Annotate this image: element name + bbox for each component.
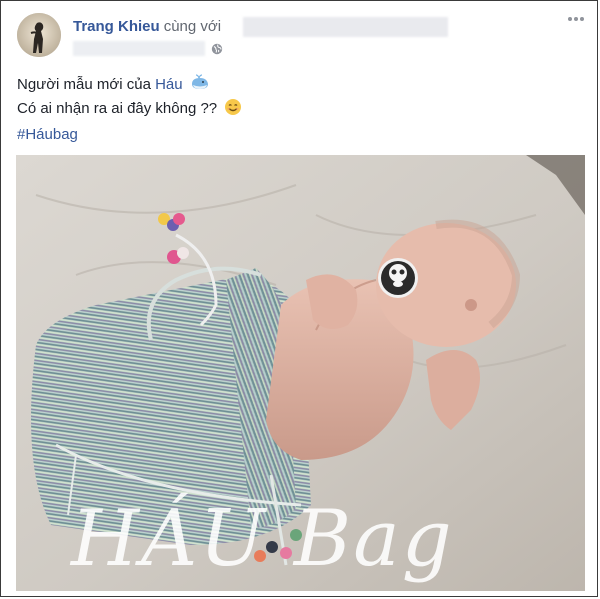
more-options-icon[interactable] [567,15,585,23]
author-name[interactable]: Trang Khieu [73,18,160,35]
smiling-face-icon [225,99,242,115]
post-photo[interactable]: HÁU Bag [16,155,585,591]
post-text: Người mẫu mới của Háu Có ai nhận ra ai đ… [17,73,242,121]
post-text-line-1: Người mẫu mới của Háu [17,73,242,97]
timestamp-blurred[interactable] [73,41,205,56]
tagged-friends-blurred[interactable] [243,17,448,37]
hashtag-link[interactable]: #Háubag [17,124,78,146]
whale-icon [191,74,208,89]
globe-icon[interactable] [211,43,223,55]
facebook-post: Trang Khieu cùng với Người mẫu mới của Há… [0,0,598,597]
post-text-prefix: Người mẫu mới của [17,76,156,93]
baby-in-bag-photo: HÁU Bag [16,155,585,591]
with-label: cùng với [163,18,222,35]
author-avatar[interactable] [17,13,61,57]
avatar-image [17,13,61,57]
post-text-line-2: Có ai nhận ra ai đây không ?? [17,97,242,121]
post-text-question: Có ai nhận ra ai đây không ?? [17,100,218,117]
photo-overlay-text: HÁU Bag [69,492,454,584]
author-line: Trang Khieu cùng với [73,17,221,37]
mention-hau[interactable]: Háu [155,76,183,93]
